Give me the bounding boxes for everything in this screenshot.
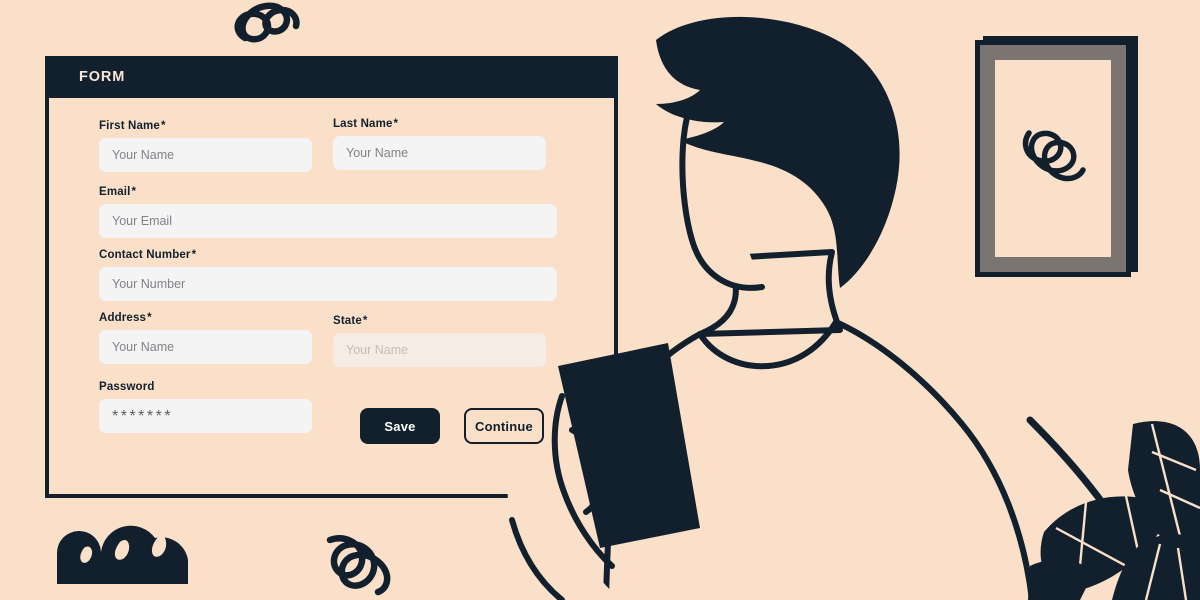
- input-password[interactable]: [99, 399, 312, 433]
- field-email: Email*: [99, 186, 557, 238]
- input-state[interactable]: [333, 333, 546, 367]
- label-address-text: Address: [99, 312, 147, 324]
- squiggle-top-icon: [234, 2, 300, 43]
- continue-button[interactable]: Continue: [464, 408, 544, 444]
- label-state: State*: [333, 315, 546, 327]
- squiggle-bottom-icon: [326, 535, 391, 596]
- label-last-name: Last Name*: [333, 118, 546, 130]
- input-last-name[interactable]: [333, 136, 546, 170]
- field-state: State*: [333, 315, 546, 367]
- label-last-name-text: Last Name: [333, 118, 393, 130]
- required-asterisk: *: [191, 249, 197, 261]
- label-address: Address*: [99, 312, 312, 324]
- bush-decoration: [56, 525, 188, 584]
- label-password-text: Password: [99, 381, 155, 393]
- label-email: Email*: [99, 186, 557, 198]
- label-password: Password: [99, 381, 312, 393]
- required-asterisk: *: [362, 315, 368, 327]
- address-row: Address* State*: [99, 312, 584, 378]
- label-contact-number-text: Contact Number: [99, 249, 191, 261]
- label-state-text: State: [333, 315, 362, 327]
- input-contact-number[interactable]: [99, 267, 557, 301]
- form-actions: Save Continue: [360, 408, 544, 444]
- form-panel: FORM First Name* Last Name*: [45, 56, 618, 498]
- save-button[interactable]: Save: [360, 408, 440, 444]
- form-title: FORM: [79, 69, 126, 85]
- required-asterisk: *: [160, 120, 166, 132]
- required-asterisk: *: [131, 186, 137, 198]
- label-first-name-text: First Name: [99, 120, 160, 132]
- field-first-name: First Name*: [99, 120, 312, 172]
- field-last-name: Last Name*: [333, 118, 546, 172]
- form-body: First Name* Last Name* Email*: [49, 98, 614, 494]
- required-asterisk: *: [393, 118, 399, 130]
- required-asterisk: *: [147, 312, 152, 324]
- field-address: Address*: [99, 312, 312, 367]
- name-row: First Name* Last Name*: [99, 118, 584, 183]
- frame-artwork-squiggle-icon: [1022, 130, 1086, 182]
- label-first-name: First Name*: [99, 120, 312, 132]
- plant-decoration: [1026, 416, 1200, 600]
- field-contact-number: Contact Number*: [99, 249, 557, 301]
- label-contact-number: Contact Number*: [99, 249, 557, 261]
- field-password: Password: [99, 381, 312, 433]
- input-first-name[interactable]: [99, 138, 312, 172]
- label-email-text: Email: [99, 186, 131, 198]
- input-address[interactable]: [99, 330, 312, 364]
- input-email[interactable]: [99, 204, 557, 238]
- form-header: FORM: [45, 56, 618, 98]
- screenshot-canvas: FORM First Name* Last Name*: [0, 0, 1200, 600]
- picture-frame: [975, 36, 1138, 277]
